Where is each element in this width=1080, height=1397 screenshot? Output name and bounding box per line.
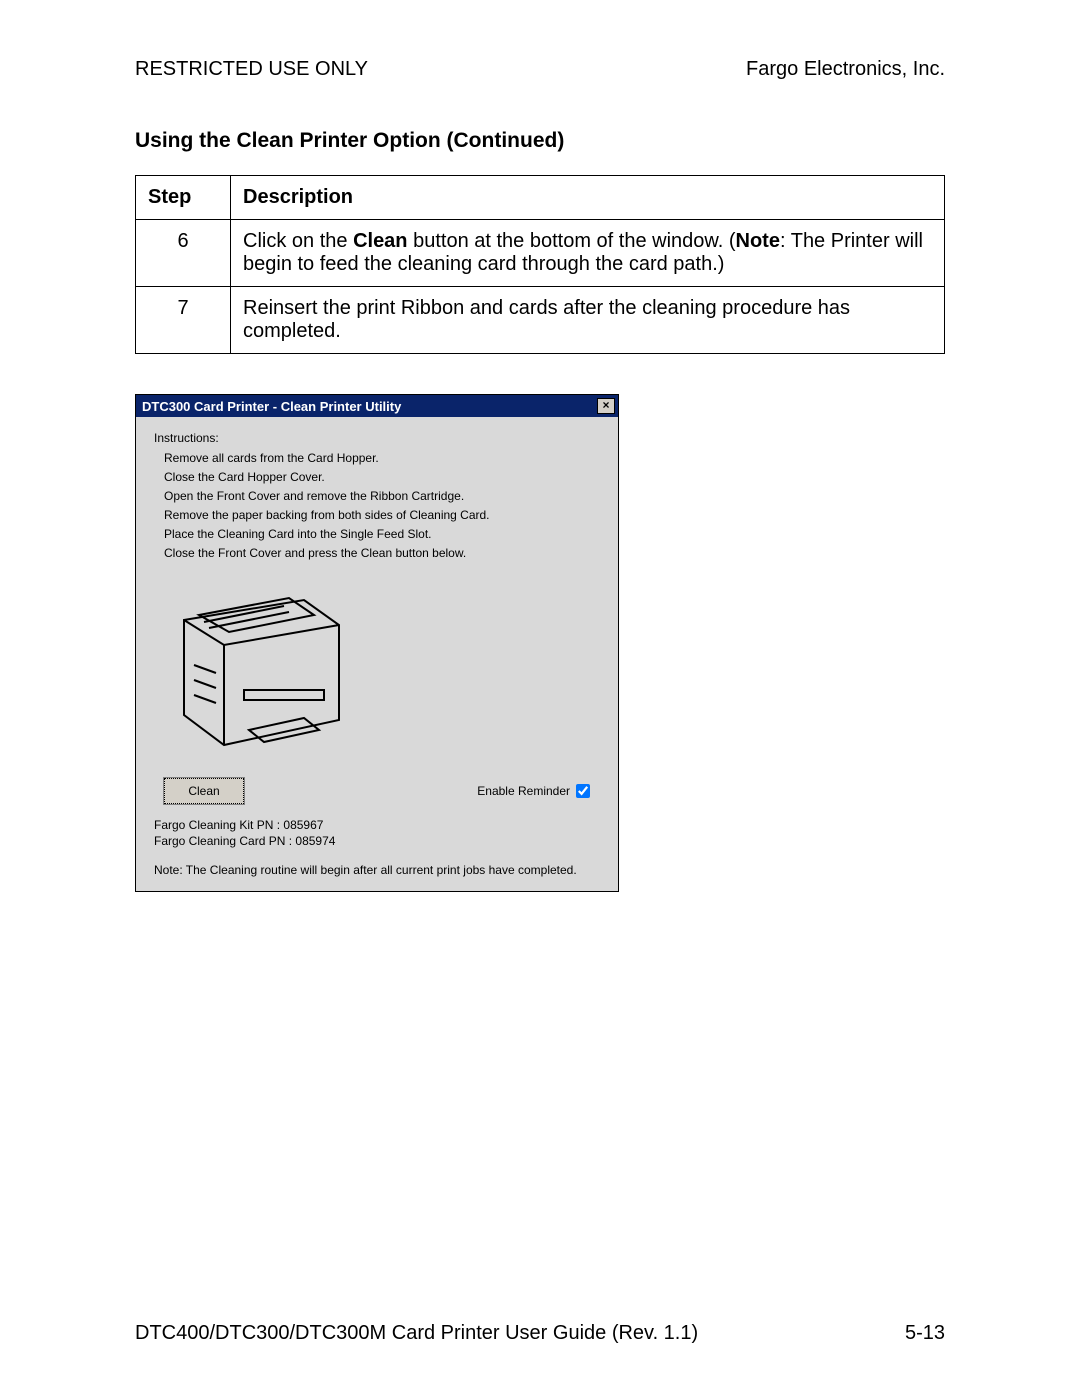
dialog-note: Note: The Cleaning routine will begin af… [154, 863, 600, 877]
footer-left: DTC400/DTC300/DTC300M Card Printer User … [135, 1322, 698, 1345]
footer-right: 5-13 [905, 1322, 945, 1345]
instruction-line: Place the Cleaning Card into the Single … [164, 527, 600, 541]
instructions-label: Instructions: [154, 431, 600, 445]
card-pn: Fargo Cleaning Card PN : 085974 [154, 834, 600, 850]
close-icon[interactable]: × [597, 398, 615, 414]
col-desc: Description [231, 176, 945, 220]
instruction-line: Remove the paper backing from both sides… [164, 508, 600, 522]
step-number: 7 [136, 287, 231, 354]
header-right: Fargo Electronics, Inc. [746, 58, 945, 81]
step-number: 6 [136, 220, 231, 287]
kit-pn: Fargo Cleaning Kit PN : 085967 [154, 818, 600, 834]
instruction-line: Open the Front Cover and remove the Ribb… [164, 489, 600, 503]
reminder-label: Enable Reminder [477, 784, 570, 798]
steps-table: Step Description 6Click on the Clean but… [135, 175, 945, 354]
instruction-line: Remove all cards from the Card Hopper. [164, 451, 600, 465]
enable-reminder[interactable]: Enable Reminder [477, 784, 590, 798]
table-row: 7Reinsert the print Ribbon and cards aft… [136, 287, 945, 354]
clean-printer-dialog: DTC300 Card Printer - Clean Printer Util… [135, 394, 619, 892]
section-title: Using the Clean Printer Option (Continue… [135, 129, 945, 153]
instruction-line: Close the Front Cover and press the Clea… [164, 546, 600, 560]
table-row: 6Click on the Clean button at the bottom… [136, 220, 945, 287]
header-left: RESTRICTED USE ONLY [135, 58, 368, 81]
step-description: Reinsert the print Ribbon and cards afte… [231, 287, 945, 354]
printer-illustration [154, 570, 600, 770]
step-description: Click on the Clean button at the bottom … [231, 220, 945, 287]
clean-button[interactable]: Clean [164, 778, 244, 804]
dialog-title: DTC300 Card Printer - Clean Printer Util… [142, 399, 401, 414]
instruction-line: Close the Card Hopper Cover. [164, 470, 600, 484]
instructions-list: Remove all cards from the Card Hopper. Cl… [164, 451, 600, 560]
col-step: Step [136, 176, 231, 220]
reminder-checkbox[interactable] [576, 784, 590, 798]
dialog-titlebar: DTC300 Card Printer - Clean Printer Util… [136, 395, 618, 417]
